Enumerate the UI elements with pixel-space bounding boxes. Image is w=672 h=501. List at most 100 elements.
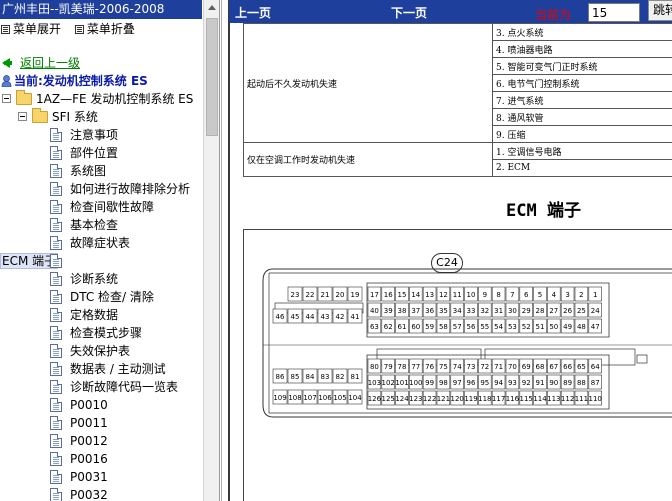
pin-number: 79 xyxy=(384,363,393,371)
pin-number: 77 xyxy=(411,363,420,371)
pin-number: 81 xyxy=(351,373,360,381)
back-row[interactable]: 返回上一级 xyxy=(0,54,202,72)
tree-item-label: 故障症状表 xyxy=(70,236,131,250)
expand-menu-button[interactable]: 菜单展开 xyxy=(1,19,61,39)
prev-page-link[interactable]: 上一页 xyxy=(235,4,271,21)
pin-number: 7 xyxy=(510,291,514,299)
tree-item[interactable]: P0010 xyxy=(0,396,202,414)
tree-item[interactable]: 系统图 xyxy=(0,162,202,180)
document-icon xyxy=(50,470,62,484)
pin-number: 12 xyxy=(439,291,448,299)
folder-open-icon xyxy=(16,90,32,105)
pin-number: 122 xyxy=(423,395,436,403)
current-location: 当前:发动机控制系统 ES xyxy=(14,74,148,88)
app-title: 广州丰田--凯美瑞-2006-2008 xyxy=(0,0,202,19)
tree-item[interactable]: P0016 xyxy=(0,450,202,468)
collapse-menu-label: 菜单折叠 xyxy=(86,22,135,36)
collapse-toggle-icon[interactable] xyxy=(18,112,27,121)
pin-number: 5 xyxy=(538,291,542,299)
tree-item[interactable]: 诊断系统 xyxy=(0,270,202,288)
pane-divider[interactable] xyxy=(221,0,230,501)
pin-number: 63 xyxy=(370,323,379,331)
pin-number: 28 xyxy=(536,307,545,315)
pin-number: 54 xyxy=(494,323,503,331)
pin-number: 109 xyxy=(273,394,286,402)
tree-node-engine-system[interactable]: 1AZ—FE 发动机控制系统 ES xyxy=(0,90,202,108)
tree-node-sfi-system[interactable]: SFI 系统 xyxy=(0,108,202,126)
pin-number: 103 xyxy=(368,379,381,387)
pin-number: 21 xyxy=(321,291,330,299)
pin-number: 104 xyxy=(348,394,362,402)
pin-number: 25 xyxy=(577,307,586,315)
document-icon xyxy=(50,362,62,376)
back-link[interactable]: 返回上一级 xyxy=(0,56,80,70)
tree-item[interactable]: 注意事项 xyxy=(0,126,202,144)
tree-item[interactable]: P0032 xyxy=(0,486,202,501)
tree-item[interactable]: P0012 xyxy=(0,432,202,450)
tree-item[interactable]: 检查模式步骤 xyxy=(0,324,202,342)
document-icon xyxy=(50,146,62,160)
pin-number: 72 xyxy=(480,363,489,371)
pin-number: 113 xyxy=(547,395,560,403)
pin-number: 38 xyxy=(398,307,407,315)
suspect-area-cell: 7. 进气系统 xyxy=(492,91,672,109)
pin-number: 60 xyxy=(411,323,420,331)
pin-number: 14 xyxy=(411,291,420,299)
pin-number: 8 xyxy=(496,291,500,299)
page-number-input[interactable] xyxy=(588,3,640,22)
tree-item[interactable]: ECM 端子 xyxy=(0,252,202,270)
back-arrow-icon xyxy=(2,58,12,68)
collapse-toggle-icon[interactable] xyxy=(2,94,11,103)
section-heading: ECM 端子 xyxy=(506,201,581,221)
pin-number: 105 xyxy=(333,394,346,402)
tree-item[interactable]: 诊断故障代码一览表 xyxy=(0,378,202,396)
tree-item-label: 如何进行故障排除分析 xyxy=(70,182,191,196)
pin-number: 22 xyxy=(306,291,315,299)
tree-item[interactable]: P0011 xyxy=(0,414,202,432)
tree-item[interactable]: 部件位置 xyxy=(0,144,202,162)
tree-item[interactable]: 检查间歇性故障 xyxy=(0,198,202,216)
document-icon xyxy=(50,434,62,448)
document-icon xyxy=(50,290,62,304)
tree-item[interactable]: 如何进行故障排除分析 xyxy=(0,180,202,198)
collapse-menu-button[interactable]: 菜单折叠 xyxy=(74,19,135,39)
scroll-thumb[interactable] xyxy=(206,18,218,136)
pin-number: 15 xyxy=(398,291,407,299)
tree-item-label: 检查模式步骤 xyxy=(70,326,143,340)
pin-number: 124 xyxy=(395,395,409,403)
pin-number: 68 xyxy=(536,363,545,371)
tree-item-label: 诊断故障代码一览表 xyxy=(70,380,179,394)
pin-number: 101 xyxy=(395,379,408,387)
pin-number: 32 xyxy=(480,307,489,315)
vertical-scrollbar[interactable] xyxy=(203,0,219,501)
tree-item[interactable]: 基本检查 xyxy=(0,216,202,234)
tree-item[interactable]: 数据表 / 主动测试 xyxy=(0,360,202,378)
tree-item[interactable]: P0031 xyxy=(0,468,202,486)
tree-item[interactable]: DTC 检查/ 清除 xyxy=(0,288,202,306)
tree-item[interactable]: 故障症状表 xyxy=(0,234,202,252)
pin-number: 73 xyxy=(467,363,476,371)
pin-number: 90 xyxy=(549,379,558,387)
pin-number: 57 xyxy=(453,323,462,331)
pin-number: 114 xyxy=(533,395,547,403)
tree-item[interactable]: 定格数据 xyxy=(0,306,202,324)
next-page-link[interactable]: 下一页 xyxy=(391,4,427,21)
tree-item[interactable]: 失效保护表 xyxy=(0,342,202,360)
jump-button[interactable]: 跳转 xyxy=(648,0,672,21)
pin-number: 106 xyxy=(318,394,332,402)
pin-number: 93 xyxy=(508,379,517,387)
pin-number: 26 xyxy=(563,307,572,315)
pin-number: 76 xyxy=(425,363,434,371)
scroll-up-arrow-icon[interactable] xyxy=(208,5,216,10)
pin-number: 96 xyxy=(467,379,476,387)
pin-number: 11 xyxy=(453,291,462,299)
pin-number: 50 xyxy=(549,323,558,331)
tree-item-label: 失效保护表 xyxy=(70,344,131,358)
pin-number: 29 xyxy=(522,307,531,315)
pin-number: 16 xyxy=(384,291,393,299)
page-nav-bar: 上一页 下一页 当前为 跳转 xyxy=(229,0,672,23)
pin-number: 125 xyxy=(382,395,395,403)
document-icon xyxy=(50,164,62,178)
tree-view: 返回上一级 当前:发动机控制系统 ES 1AZ—FE 发动机控制系统 ES SF… xyxy=(0,54,202,501)
document-icon xyxy=(50,326,62,340)
